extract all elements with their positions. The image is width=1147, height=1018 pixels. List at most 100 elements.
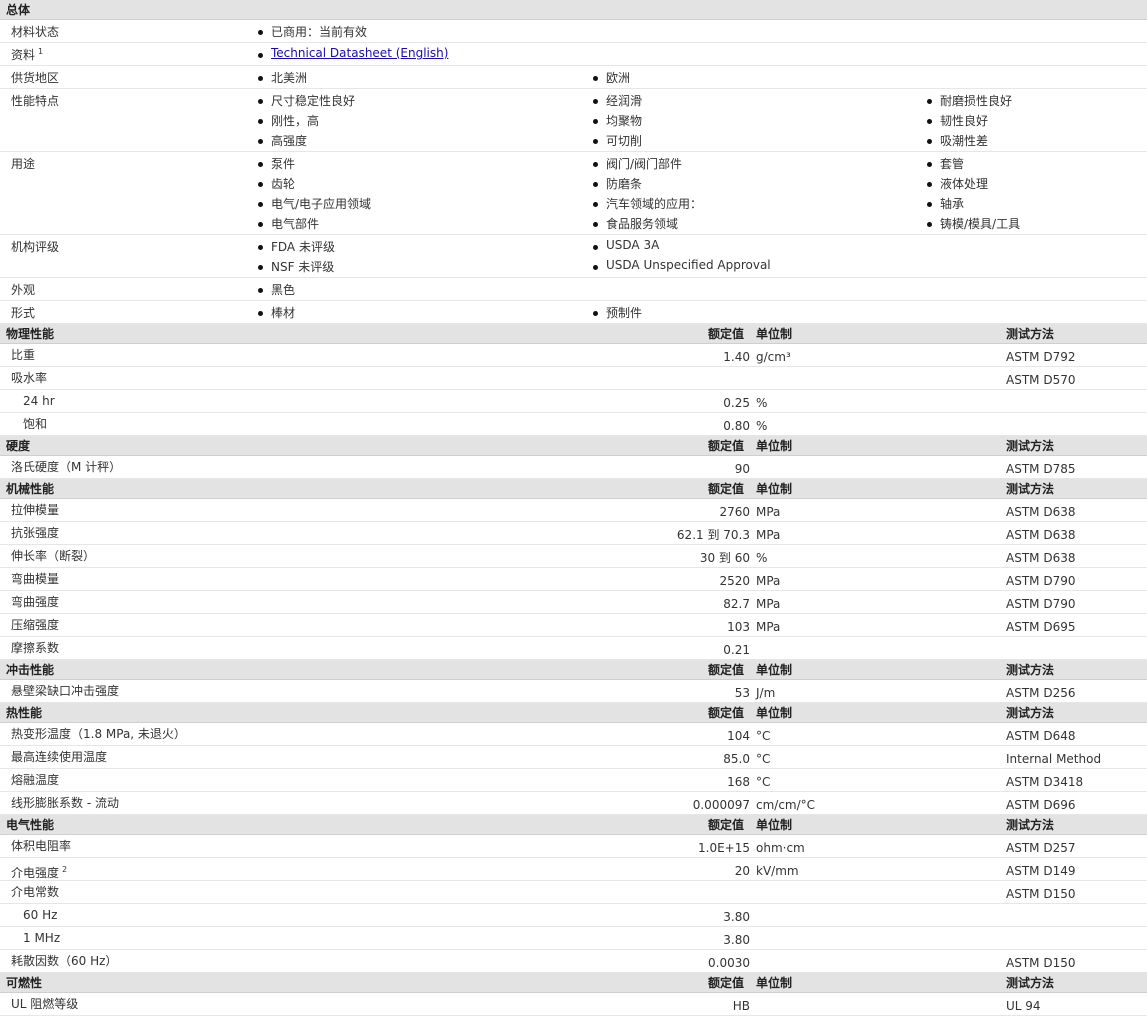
property-label-text: 悬壁梁缺口冲击强度 [11,684,120,698]
column-header-unit: 单位制 [756,482,793,496]
unit-value: MPa [756,620,781,634]
column-header-unit: 单位制 [756,818,793,832]
property-label: 抗张强度 [11,522,59,545]
test-method: ASTM D570 [1006,373,1076,387]
property-label: 吸水率 [11,367,47,390]
column-header-unit: 单位制 [756,976,793,990]
unit-value: °C [756,752,771,766]
nominal-value: 3.80 [723,910,750,924]
property-row: 体积电阻率 1.0E+15 ohm·cm ASTM D257 [0,835,1147,858]
section-title: 物理性能 [6,327,55,341]
property-label-text: 弯曲强度 [11,595,60,609]
property-row: 抗张强度 62.1 到 70.3 MPa ASTM D638 [0,522,1147,545]
property-label-text: 摩擦系数 [11,641,60,655]
section-header: 机械性能 额定值 单位制 测试方法 [0,479,1147,499]
property-label: 耗散因数（60 Hz） [11,950,117,973]
property-label-text: 60 Hz [23,908,58,922]
test-method: ASTM D790 [1006,574,1076,588]
property-label: 线形膨胀系数 - 流动 [11,792,119,815]
footnote-marker: 1 [38,47,44,56]
property-label: 1 MHz [23,927,60,950]
property-label-text: 介电常数 [11,885,60,899]
section-title: 总体 [6,3,31,17]
nominal-value: 2760 [719,505,750,519]
column-header-nominal: 额定值 [708,663,745,677]
test-method: ASTM D785 [1006,462,1076,476]
property-sections: 物理性能 额定值 单位制 测试方法 比重 1.40 g/cm³ ASTM D792 吸水率 AST… [0,324,1147,1016]
property-label: 外观 [11,283,36,297]
bullet-item: 轴承 [926,197,965,211]
section-header-general: 总体 [0,0,1147,20]
property-row: 热变形温度（1.8 MPa, 未退火） 104 °C ASTM D648 [0,723,1147,746]
property-label-text: 弯曲模量 [11,572,60,586]
property-label: 熔融温度 [11,769,59,792]
column-header-nominal: 额定值 [708,818,745,832]
general-row: 性能特点 尺寸稳定性良好 经润滑 耐磨损性良好 刚性，高 均聚物 韧性良好 高强度 可切削 吸潮性… [0,89,1147,152]
test-method: ASTM D257 [1006,841,1076,855]
bullet-item: 电气/电子应用领域 [257,197,372,211]
column-header-method: 测试方法 [1006,663,1055,677]
test-method: ASTM D638 [1006,528,1076,542]
bullet-item: 均聚物 [592,114,643,128]
property-label: 压缩强度 [11,614,59,637]
property-row: 悬壁梁缺口冲击强度 53 J/m ASTM D256 [0,680,1147,703]
test-method: ASTM D695 [1006,620,1076,634]
nominal-value: 1.0E+15 [698,841,750,855]
datasheet-link[interactable]: Technical Datasheet (English) [257,46,448,60]
bullet-item: 汽车领域的应用： [592,197,703,211]
property-label-text: 饱和 [23,417,48,431]
section-title: 热性能 [6,706,43,720]
nominal-value: 0.0030 [708,956,750,970]
property-label-text: 拉伸模量 [11,503,60,517]
unit-value: °C [756,729,771,743]
unit-value: g/cm³ [756,350,791,364]
property-label-text: 耗散因数（60 Hz） [11,954,118,968]
column-header-unit: 单位制 [756,327,793,341]
bullet-item: 韧性良好 [926,114,989,128]
property-row: 拉伸模量 2760 MPa ASTM D638 [0,499,1147,522]
column-header-method: 测试方法 [1006,327,1055,341]
unit-value: J/m [756,686,776,700]
property-row: 饱和 0.80% [0,413,1147,436]
general-row: 用途 泵件 阀门/阀门部件 套管 齿轮 防磨条 液体处理 电气/电子应用领域 汽车领域的应用： 轴… [0,152,1147,235]
property-label: 形式 [11,306,36,320]
column-header-method: 测试方法 [1006,818,1055,832]
bullet-item: 防磨条 [592,177,643,191]
bullet-item: 北美洲 [257,71,308,85]
property-label-text: 热变形温度（1.8 MPa, 未退火） [11,727,186,741]
column-header-nominal: 额定值 [708,706,745,720]
unit-value: cm/cm/°C [756,798,816,812]
bullet-item: 阀门/阀门部件 [592,157,683,171]
column-header-nominal: 额定值 [708,976,745,990]
section-header: 物理性能 额定值 单位制 测试方法 [0,324,1147,344]
property-label-text: 24 hr [23,394,55,408]
bullet-item: 齿轮 [257,177,296,191]
bullet-item: 泵件 [257,157,296,171]
property-row: 伸长率（断裂） 30 到 60% ASTM D638 [0,545,1147,568]
property-label-text: 伸长率（断裂） [11,549,96,563]
bullet-item: 经润滑 [592,94,643,108]
general-row: 机构评级 FDA 未评级 USDA 3A NSF 未评级 USDA Unspecifie… [0,235,1147,278]
property-label: 性能特点 [11,94,60,108]
property-label-text: 介电强度 [11,866,60,880]
property-label-text: 吸水率 [11,371,48,385]
property-row: 吸水率 ASTM D570 [0,367,1147,390]
bullet-item: 食品服务领域 [592,217,679,231]
property-row: 弯曲强度 82.7 MPa ASTM D790 [0,591,1147,614]
section-title: 硬度 [6,439,31,453]
nominal-value: 2520 [719,574,750,588]
column-header-method: 测试方法 [1006,706,1055,720]
column-header-nominal: 额定值 [708,482,745,496]
property-label: 悬壁梁缺口冲击强度 [11,680,119,703]
nominal-value: 62.1 到 70.3 [676,528,750,542]
bullet-item: 耐磨损性良好 [926,94,1013,108]
unit-value: MPa [756,597,781,611]
section-title: 机械性能 [6,482,55,496]
column-header-nominal: 额定值 [708,439,745,453]
property-row: 洛氏硬度（M 计秤） 90 ASTM D785 [0,456,1147,479]
column-header-unit: 单位制 [756,439,793,453]
section-title: 电气性能 [6,818,55,832]
test-method: ASTM D648 [1006,729,1076,743]
section-header: 冲击性能 额定值 单位制 测试方法 [0,660,1147,680]
general-row: 外观 黑色 [0,278,1147,301]
